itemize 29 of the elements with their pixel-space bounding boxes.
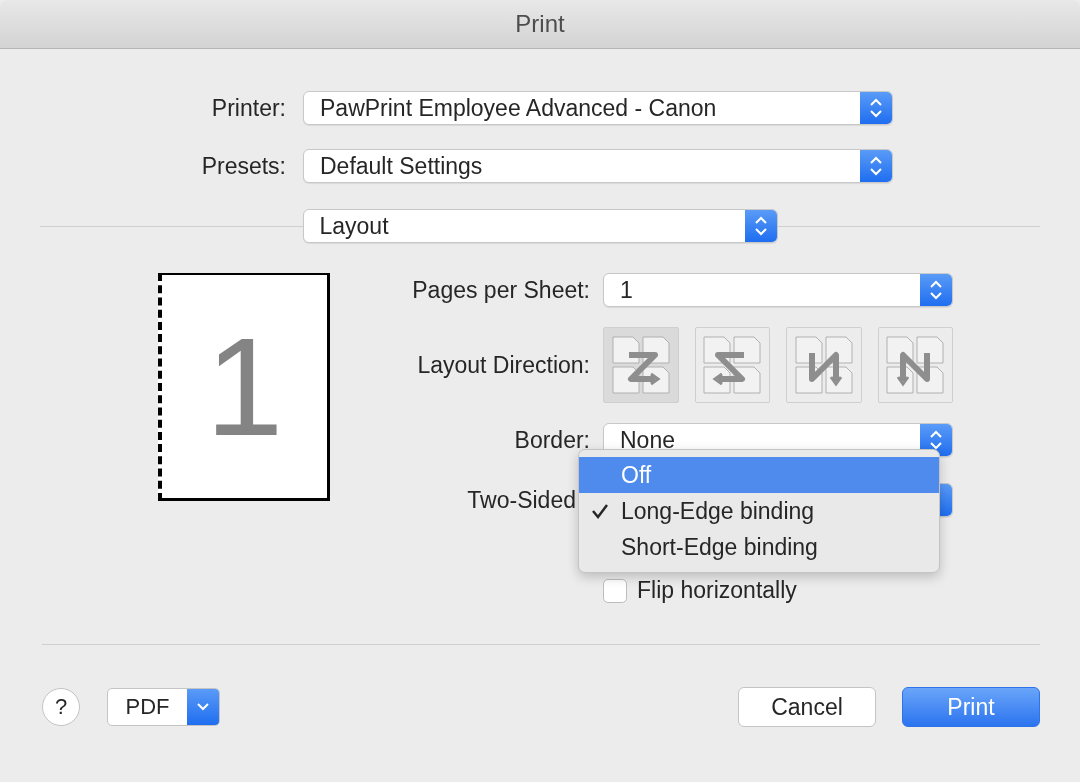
printer-select[interactable]: PawPrint Employee Advanced - Canon <box>303 91 893 125</box>
layout-direction-option[interactable] <box>603 327 679 403</box>
layout-direction-option[interactable] <box>694 327 770 403</box>
help-button[interactable]: ? <box>42 688 80 726</box>
stepper-icon <box>869 154 883 178</box>
stepper-icon <box>929 278 943 302</box>
layout-direction-option[interactable] <box>877 327 953 403</box>
printer-label: Printer: <box>210 94 286 122</box>
stepper-icon <box>869 96 883 120</box>
pages-per-sheet-label: Pages per Sheet: <box>411 276 590 304</box>
two-sided-label: Two-Sided <box>466 486 576 514</box>
page-number: 1 <box>205 306 284 467</box>
layout-direction-option[interactable] <box>786 327 862 403</box>
stepper-icon <box>929 428 943 452</box>
layout-direction-label: Layout Direction: <box>416 351 590 379</box>
caret-icon <box>196 702 210 712</box>
stepper-icon <box>753 214 768 238</box>
pages-per-sheet-select[interactable]: 1 <box>603 273 953 307</box>
menu-item[interactable]: Short-Edge binding <box>579 529 939 565</box>
section-select[interactable]: Layout <box>302 209 778 243</box>
presets-label: Presets: <box>200 152 286 180</box>
cancel-button[interactable]: Cancel <box>738 687 876 727</box>
presets-select[interactable]: Default Settings <box>303 149 893 183</box>
border-label: Border: <box>513 426 590 454</box>
pdf-menu-button[interactable]: PDF <box>107 688 220 726</box>
window-title: Print <box>515 10 565 38</box>
flip-checkbox[interactable] <box>603 578 627 603</box>
menu-item[interactable]: Long-Edge binding <box>579 493 939 529</box>
flip-label: Flip horizontally <box>637 577 797 604</box>
